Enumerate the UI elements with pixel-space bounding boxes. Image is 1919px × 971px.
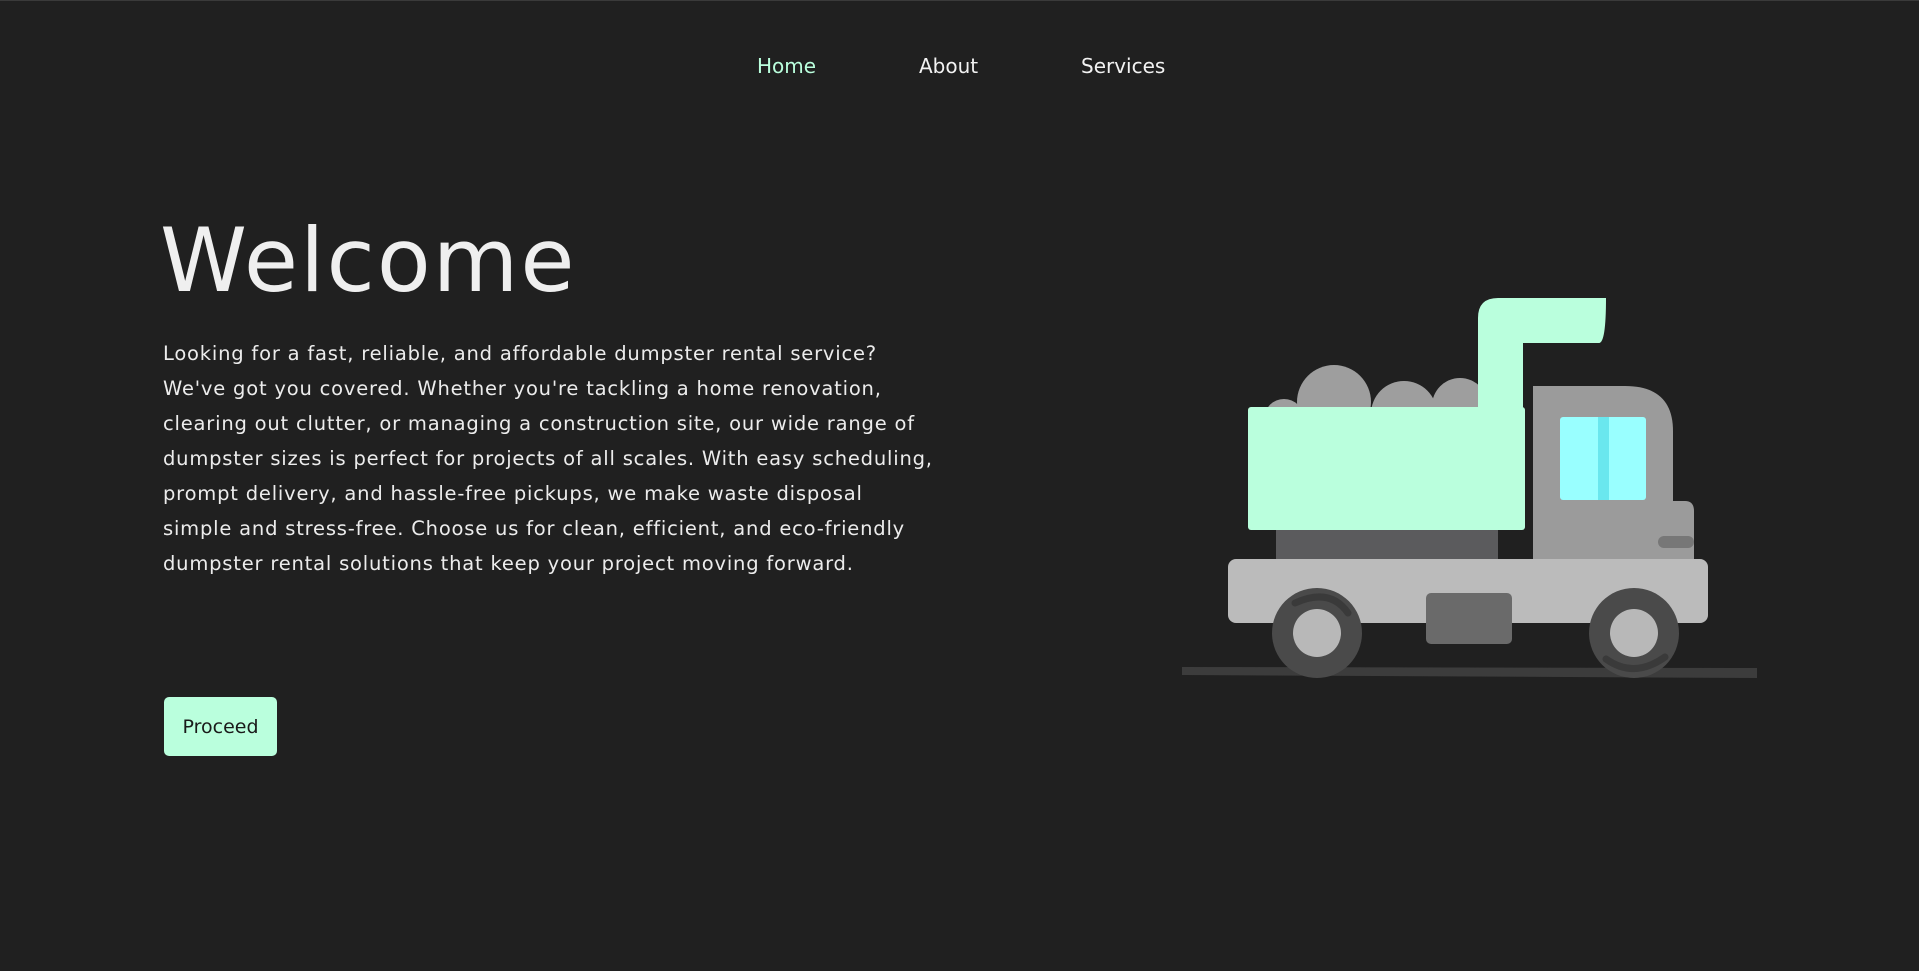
nav-link-services[interactable]: Services: [1081, 53, 1165, 79]
hero-description: Looking for a fast, reliable, and afford…: [163, 342, 933, 575]
dump-truck-icon: [1182, 298, 1757, 678]
page: Home About Services Welcome Looking for …: [0, 0, 1919, 971]
proceed-button[interactable]: Proceed: [164, 697, 277, 756]
nav-link-home[interactable]: Home: [757, 53, 816, 79]
top-navigation: Home About Services: [0, 53, 1919, 83]
hero-title: Welcome: [160, 209, 577, 312]
nav-link-about[interactable]: About: [919, 53, 978, 79]
